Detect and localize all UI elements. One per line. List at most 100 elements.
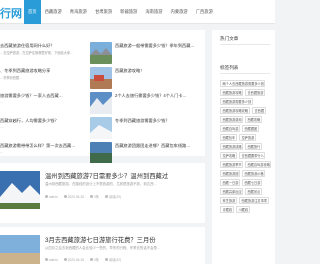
tag-link[interactable]: 西藏高原反应: [220, 188, 243, 195]
nav-hainan[interactable]: 海南旅游: [141, 0, 166, 24]
post-item[interactable]: 西藏旅游攻略！: [90, 65, 205, 90]
tags-title: 标签列表: [220, 65, 239, 70]
tag-link[interactable]: 去西藏旅游: [245, 89, 265, 96]
nav-tibet[interactable]: 西藏旅游: [41, 0, 66, 24]
tag-link[interactable]: 林芝旅游: [220, 197, 237, 204]
tag-link[interactable]: 西藏跟团: [242, 125, 259, 132]
post-title[interactable]: 旅游需要多少钱？一家人去西藏…: [0, 93, 86, 99]
tag-link[interactable]: 西藏旅游价格: [242, 170, 265, 177]
post-row: 、冬季到西藏旅游攻略分享 …冬季到西藏… 西藏旅游攻略！: [0, 65, 205, 90]
nav-neimeng[interactable]: 内蒙旅游: [167, 0, 192, 24]
post-item[interactable]: 西藏旅游一般带需要多少钱？季年到西藏…: [90, 40, 205, 65]
tag-link[interactable]: 两个人去西藏旅游需要多少钱: [220, 80, 265, 87]
date: 2020-06-26: [63, 257, 84, 262]
post-thumbnail[interactable]: [90, 67, 112, 89]
tag-link[interactable]: 西藏旅游注意事项: [239, 197, 269, 204]
article-card[interactable]: 3月去西藏旅游七日游旅行花费？三月份 从四月之后去到西藏的人会比较少一些的，早冬…: [0, 227, 205, 264]
post-thumbnail[interactable]: [90, 42, 112, 64]
divider: [220, 73, 270, 74]
article-title[interactable]: 温州到西藏旅游7日需要多少？温州到西藏过: [45, 171, 168, 180]
tag-link[interactable]: 西藏旅游线路: [220, 143, 243, 150]
tag-link[interactable]: 西藏旅游攻略: [220, 89, 243, 96]
post-item[interactable]: 去西藏旅游住宿用网什么好？ …去拉萨旅游，在拉萨住宿哪里好呢，下面给大家…: [0, 40, 86, 65]
post-row: 旅游需要多少钱？一家人去西藏… … 2个人去旅行需要多少钱？4个人门卡…: [0, 90, 205, 115]
post-excerpt: …去拉萨旅游，在拉萨住宿哪里好呢，下面给大家…: [0, 51, 74, 55]
post-title[interactable]: 西藏穿越行，人均需要多少钱？: [0, 118, 86, 124]
article-card[interactable]: 温州到西藏旅游7日需要多少？温州到西藏过 温州到西藏旅游，在路线的设计上不是旅游…: [0, 163, 205, 223]
tag-link[interactable]: 西藏旅游季节: [220, 161, 243, 168]
featured-post-grid: 去西藏旅游住宿用网什么好？ …去拉萨旅游，在拉萨住宿哪里好呢，下面给大家… 西藏…: [0, 30, 205, 164]
tag-link[interactable]: 西藏旅游团: [220, 170, 240, 177]
nav-gansu[interactable]: 甘肃旅游: [91, 0, 116, 24]
tag-link[interactable]: 西藏七日游: [242, 179, 262, 186]
post-row: 去西藏旅游住宿用网什么好？ …去拉萨旅游，在拉萨住宿哪里好呢，下面给大家… 西藏…: [0, 40, 205, 65]
tag-link[interactable]: 西藏旅游费用: [220, 116, 243, 123]
tag-link[interactable]: 川藏线: [236, 206, 250, 213]
article-excerpt: 温州到西藏旅游，在路线的设计上不是旅游的，尤其是旅游不到，到达西…: [45, 182, 157, 186]
post-excerpt: …: [0, 125, 4, 129]
site-logo[interactable]: 行网: [0, 5, 22, 21]
sidebar: 热门文章 标签列表 两个人去西藏旅游需要多少钱 西藏旅游攻略 去西藏旅游西藏旅游需要…: [212, 30, 275, 264]
post-item[interactable]: 西藏旅游需带带怎么样？第一次去西藏… …: [0, 140, 86, 165]
post-thumbnail[interactable]: [90, 92, 112, 114]
post-row: 西藏旅游需带带怎么样？第一次去西藏… … 西藏旅游团跟团走进哪？西藏包车线路…: [0, 140, 205, 165]
tag-link[interactable]: 去西藏: [252, 107, 266, 114]
author[interactable]: admin: [45, 257, 58, 262]
tag-link[interactable]: 西藏旅游需要多少钱: [220, 98, 253, 105]
tag-link[interactable]: 拉萨旅游: [239, 134, 256, 141]
hot-articles-title: 热门文章: [220, 36, 239, 41]
post-excerpt: …: [0, 100, 4, 104]
main-nav: 首页 西藏旅游 青海旅游 甘肃旅游 新疆旅游 海南旅游 内蒙旅游 广西旅游: [24, 0, 217, 24]
clock-icon: [63, 195, 67, 198]
user-icon: [45, 258, 48, 261]
divider: [220, 44, 270, 45]
post-excerpt: …冬季到西藏…: [0, 76, 23, 80]
article-excerpt: 从四月之后去到西藏的人会比较少一些的，早冬的行程、冬季去的话不会是…: [45, 246, 161, 250]
nav-xinjiang[interactable]: 新疆旅游: [116, 0, 141, 24]
post-title[interactable]: 西藏旅游需带带怎么样？第一次去西藏…: [0, 143, 86, 149]
eye-icon: [104, 258, 108, 261]
tag-link[interactable]: 去西藏要带什么: [239, 152, 265, 159]
tag-link[interactable]: 西藏自驾游: [220, 125, 240, 132]
post-item[interactable]: 冬季到西藏旅游需要多少钱？: [90, 115, 205, 140]
post-title[interactable]: 冬季到西藏旅游需要多少钱？: [115, 118, 205, 124]
tag-link[interactable]: 西藏旅游攻略攻略: [220, 107, 250, 114]
post-thumbnail[interactable]: [90, 142, 112, 164]
comments[interactable]: 0条: [90, 194, 99, 199]
post-title[interactable]: 西藏旅游攻略！: [115, 68, 205, 74]
article-title[interactable]: 3月去西藏旅游七日游旅行花费？三月份: [45, 235, 156, 244]
post-item[interactable]: 旅游需要多少钱？一家人去西藏… …: [0, 90, 86, 115]
article-meta: admin 2020-06-26 0条 阅读(32): [45, 257, 121, 262]
post-title[interactable]: 2个人去旅行需要多少钱？4个人门卡…: [115, 93, 205, 99]
post-item[interactable]: 西藏穿越行，人均需要多少钱？ …: [0, 115, 86, 140]
tag-link[interactable]: 西藏一日游: [220, 179, 240, 186]
post-title[interactable]: 西藏旅游团跟团走进哪？西藏包车线路…: [115, 143, 205, 149]
post-item[interactable]: 、冬季到西藏旅游攻略分享 …冬季到西藏…: [0, 65, 86, 90]
tag-link[interactable]: 西藏攻略: [245, 116, 262, 123]
tag-link[interactable]: 西藏景点: [245, 188, 262, 195]
user-icon: [45, 195, 48, 198]
article-thumbnail[interactable]: [0, 235, 40, 264]
article-meta: admin 2020-06-26 0条 阅读(25): [45, 194, 121, 199]
tag-link[interactable]: 西藏自驾游攻略: [245, 161, 271, 168]
tag-link[interactable]: 西藏包车: [220, 134, 237, 141]
article-thumbnail[interactable]: [0, 171, 40, 209]
post-title[interactable]: 西藏旅游一般带需要多少钱？季年到西藏…: [115, 43, 205, 49]
date: 2020-06-26: [63, 194, 84, 199]
post-item[interactable]: 西藏旅游团跟团走进哪？西藏包车线路…: [90, 140, 205, 165]
tag-link[interactable]: 青藏线: [220, 206, 234, 213]
author[interactable]: admin: [45, 194, 58, 199]
clock-icon: [63, 258, 67, 261]
post-excerpt: …: [0, 150, 4, 154]
post-thumbnail[interactable]: [90, 117, 112, 139]
nav-qinghai[interactable]: 青海旅游: [66, 0, 91, 24]
comments[interactable]: 0条: [90, 257, 99, 262]
nav-guangxi[interactable]: 广西旅游: [192, 0, 217, 24]
post-title[interactable]: 去西藏旅游住宿用网什么好？: [0, 43, 86, 49]
post-title[interactable]: 、冬季到西藏旅游攻略分享: [0, 68, 86, 74]
post-row: 西藏穿越行，人均需要多少钱？ … 冬季到西藏旅游需要多少钱？: [0, 115, 205, 140]
post-item[interactable]: 2个人去旅行需要多少钱？4个人门卡…: [90, 90, 205, 115]
tag-link[interactable]: 西藏旅行: [245, 143, 262, 150]
nav-home[interactable]: 首页: [24, 0, 41, 24]
tag-link[interactable]: 拉萨攻略: [220, 152, 237, 159]
